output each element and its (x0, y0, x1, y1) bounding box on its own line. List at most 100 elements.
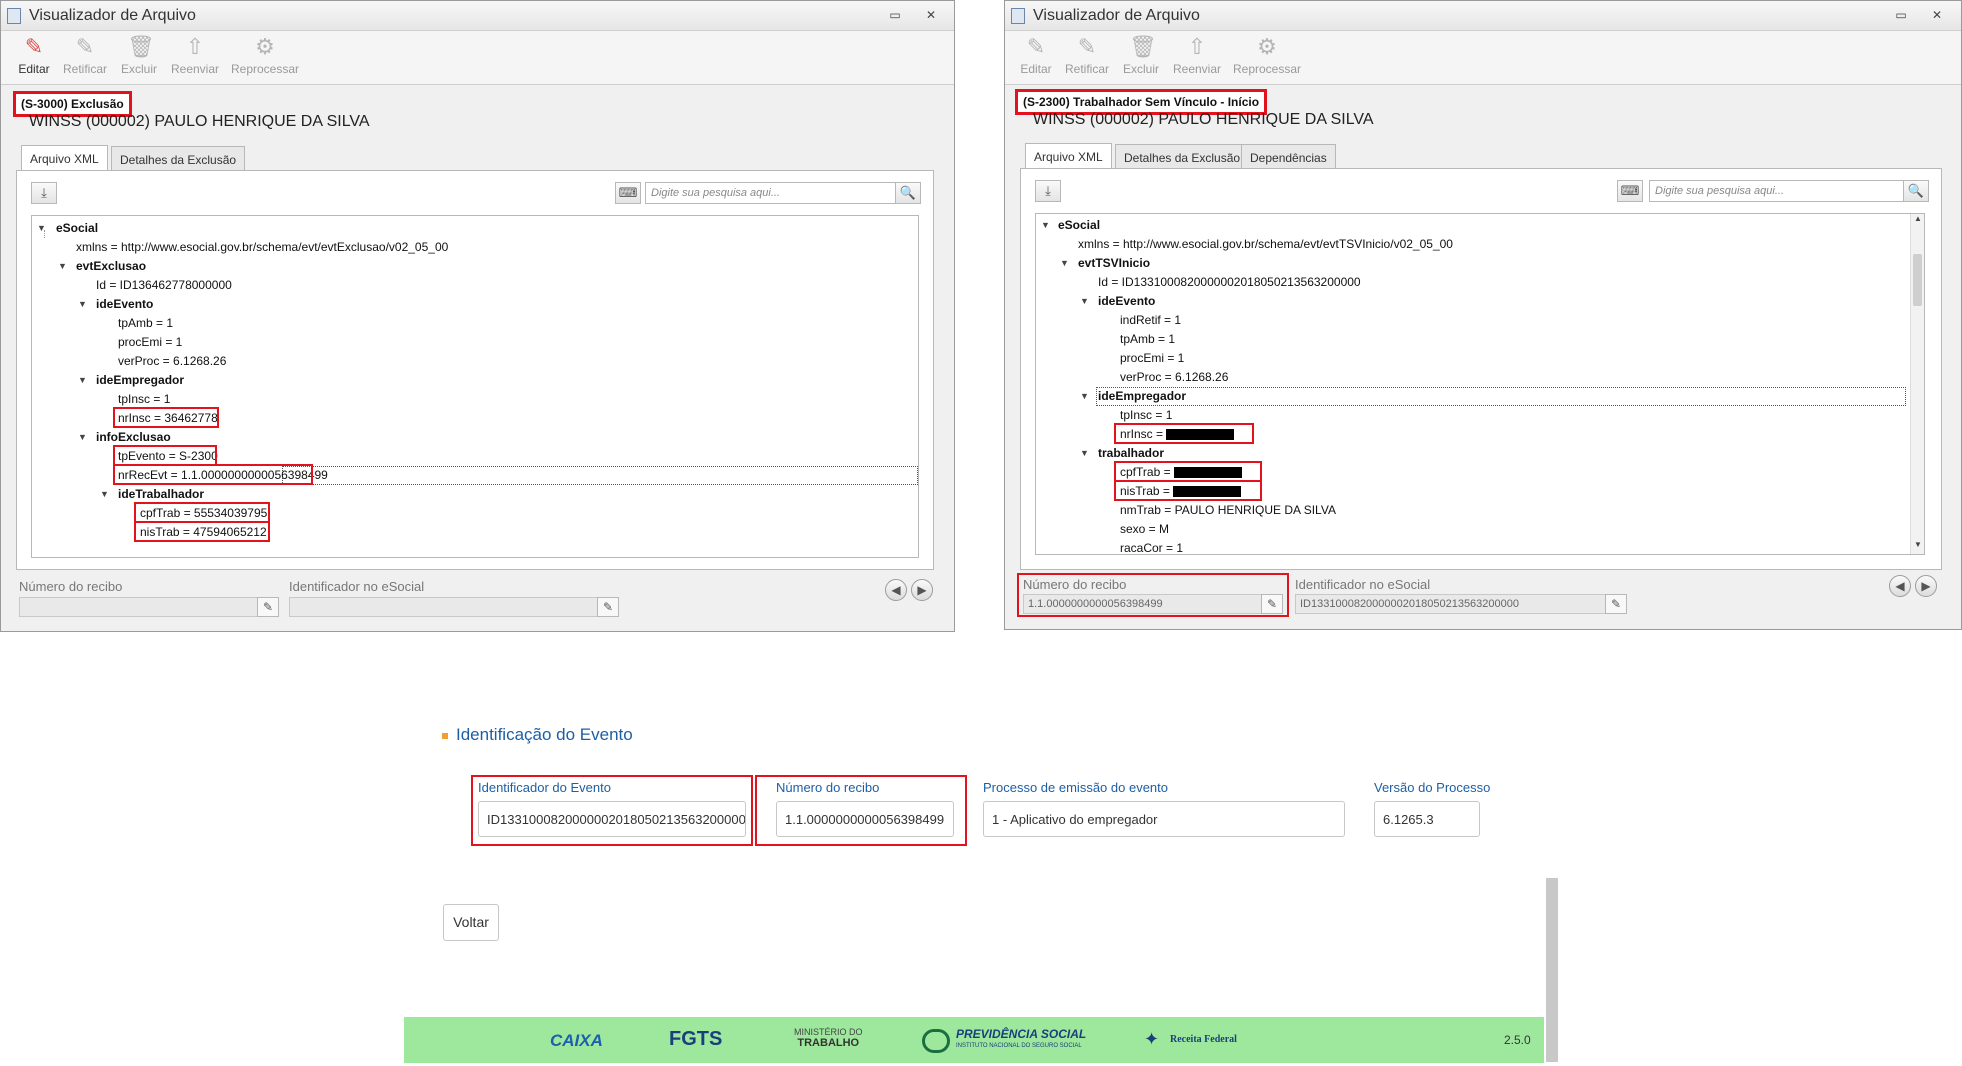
tree-node-xmlns[interactable]: xmlns = http://www.esocial.gov.br/schema… (76, 239, 448, 255)
rectify-button[interactable]: ✎ Retificar (61, 35, 109, 77)
scrollbar-thumb[interactable] (1913, 254, 1922, 306)
edit-label: Editar (1020, 62, 1052, 76)
tree-node-verproc[interactable]: verProc = 6.1268.26 (118, 353, 226, 369)
gear-icon: ⚙ (1257, 34, 1277, 59)
receita-icon: ✦ (1144, 1029, 1160, 1049)
restore-icon[interactable]: ▭ (887, 8, 903, 22)
close-icon[interactable]: ✕ (1929, 8, 1945, 22)
tree-node-esocial[interactable]: eSocial (56, 220, 98, 236)
edit-receipt-button[interactable]: ✎ (1261, 594, 1283, 614)
tree-node-evtexclusao[interactable]: evtExclusao (76, 258, 146, 274)
employee-name: WINSS (000002) PAULO HENRIQUE DA SILVA (29, 113, 370, 130)
tree-node-sexo[interactable]: sexo = M (1120, 521, 1169, 537)
gear-icon: ⚙ (255, 34, 275, 59)
close-icon[interactable]: ✕ (923, 8, 939, 22)
tree-node-ideevento[interactable]: ideEvento (1098, 293, 1155, 309)
tree-node-trabalhador[interactable]: trabalhador (1098, 445, 1164, 461)
caixa-logo: CAIXA (550, 1031, 603, 1050)
tab-xml[interactable]: Arquivo XML (1025, 143, 1112, 169)
emission-process-field[interactable]: 1 - Aplicativo do empregador (983, 801, 1345, 837)
esocial-id-field[interactable]: ID1331000820000002018050213563200000 (1295, 594, 1607, 614)
toolbar: ✎ Editar ✎ Retificar 🗑 Excluir ⇧ Reenviar ⚙ R… (1, 31, 954, 85)
reprocess-button[interactable]: ⚙ Reprocessar (231, 34, 300, 77)
resend-button[interactable]: ⇧ Reenviar (1171, 35, 1223, 77)
tree-node-procemi[interactable]: procEmi = 1 (118, 334, 182, 350)
tree-node-ideempregador[interactable]: ideEmpregador (96, 372, 184, 388)
search-input[interactable]: Digite sua pesquisa aqui... (1649, 180, 1905, 202)
esocial-id-field[interactable] (289, 597, 599, 617)
tree-node-infoexclusao[interactable]: infoExclusao (96, 429, 171, 445)
tab-exclusion-details[interactable]: Detalhes da Exclusão (111, 146, 246, 172)
receipt-number-field[interactable] (19, 597, 259, 617)
xml-tree: ▼ eSocial xmlns = http://www.esocial.gov.… (1035, 213, 1925, 555)
tree-node-tpinsc[interactable]: tpInsc = 1 (1120, 407, 1172, 423)
selected-row (282, 466, 918, 485)
tree-node-idetrabalhador[interactable]: ideTrabalhador (118, 486, 204, 502)
reprocess-label: Reprocessar (231, 62, 300, 76)
edit-button[interactable]: ✎ Editar (1019, 35, 1053, 77)
receipt-number-field[interactable]: 1.1.0000000000056398499 (1023, 594, 1263, 614)
tree-node-tpamb[interactable]: tpAmb = 1 (118, 315, 173, 331)
window-title: Visualizador de Arquivo (1033, 7, 1200, 24)
title-bar: Visualizador de Arquivo ▭ ✕ (1, 1, 954, 31)
tree-node-racacor[interactable]: racaCor = 1 (1120, 540, 1183, 554)
ministerio-line2: TRABALHO (797, 1037, 860, 1049)
xml-tree: ▼ eSocial xmlns = http://www.esocial.gov.… (31, 215, 919, 558)
search-button[interactable]: 🔍 (1903, 180, 1929, 202)
prev-button[interactable]: ◀ (885, 579, 907, 601)
edit-esocial-id-button[interactable]: ✎ (1605, 594, 1627, 614)
rectify-button[interactable]: ✎ Retificar (1063, 34, 1111, 77)
edit-button[interactable]: ✎ Editar (17, 35, 51, 77)
prev-button[interactable]: ◀ (1889, 575, 1911, 597)
download-button[interactable]: ⤓ (31, 182, 57, 204)
delete-button[interactable]: 🗑 Excluir (119, 35, 159, 77)
back-button[interactable]: Voltar (443, 904, 499, 941)
restore-icon[interactable]: ▭ (1893, 8, 1909, 22)
version-label: 2.5.0 (1504, 1033, 1531, 1047)
scrollbar[interactable]: ▲ ▼ (1910, 214, 1924, 554)
tree-node-evttsvinicio[interactable]: evtTSVInicio (1078, 255, 1150, 271)
ministerio-line1: MINISTÉRIO DO (794, 1027, 863, 1037)
tree-node-ideempregador[interactable]: ideEmpregador (1098, 388, 1186, 404)
tree-node-tpinsc[interactable]: tpInsc = 1 (118, 391, 170, 407)
keyboard-button[interactable]: ⌨ (615, 182, 641, 204)
tree-node-indretif[interactable]: indRetif = 1 (1120, 312, 1181, 328)
tab-dependencies[interactable]: Dependências (1241, 144, 1336, 170)
download-button[interactable]: ⤓ (1035, 180, 1061, 202)
file-icon (1011, 8, 1025, 24)
tab-exclusion-details[interactable]: Detalhes da Exclusão (1115, 144, 1250, 170)
next-button[interactable]: ▶ (911, 579, 933, 601)
edit-receipt-button[interactable]: ✎ (257, 597, 279, 617)
edit-esocial-id-button[interactable]: ✎ (597, 597, 619, 617)
keyboard-button[interactable]: ⌨ (1617, 180, 1643, 202)
delete-button[interactable]: 🗑 Excluir (1121, 35, 1161, 77)
previdencia-icon (922, 1029, 950, 1053)
highlight-tpevento (113, 445, 217, 466)
tree-node-xmlns[interactable]: xmlns = http://www.esocial.gov.br/schema… (1078, 236, 1453, 252)
title-bar: Visualizador de Arquivo ▭ ✕ (1005, 1, 1961, 31)
search-button[interactable]: 🔍 (895, 182, 921, 204)
event-id-label: Identificador do Evento (478, 780, 611, 795)
rectify-icon: ✎ (1077, 34, 1097, 59)
resend-button[interactable]: ⇧ Reenviar (169, 34, 221, 77)
file-icon (7, 8, 21, 24)
tree-node-ideevento[interactable]: ideEvento (96, 296, 153, 312)
delete-label: Excluir (1122, 62, 1159, 76)
page-scrollbar[interactable] (1546, 878, 1558, 1062)
tree-node-nmtrab[interactable]: nmTrab = PAULO HENRIQUE DA SILVA (1120, 502, 1336, 518)
ministerio-logo: MINISTÉRIO DO TRABALHO (794, 1027, 863, 1049)
tree-node-tpamb[interactable]: tpAmb = 1 (1120, 331, 1175, 347)
tree-node-id[interactable]: Id = ID133100082000000201805021356320000… (1098, 274, 1361, 290)
search-input[interactable]: Digite sua pesquisa aqui... (645, 182, 897, 204)
next-button[interactable]: ▶ (1915, 575, 1937, 597)
reprocess-button[interactable]: ⚙ Reprocessar (1233, 34, 1301, 77)
tree-node-esocial[interactable]: eSocial (1058, 217, 1100, 233)
tree-node-procemi[interactable]: procEmi = 1 (1120, 350, 1184, 366)
tab-xml[interactable]: Arquivo XML (21, 145, 108, 171)
tree-node-id[interactable]: Id = ID136462778000000 (96, 277, 232, 293)
receipt-number-field[interactable]: 1.1.0000000000056398499 (776, 801, 954, 837)
tree-node-verproc[interactable]: verProc = 6.1268.26 (1120, 369, 1228, 385)
process-version-field[interactable]: 6.1265.3 (1374, 801, 1480, 837)
upload-icon: ⇧ (185, 34, 205, 59)
event-id-field[interactable]: ID1331000820000002018050213563200000 (478, 801, 746, 837)
